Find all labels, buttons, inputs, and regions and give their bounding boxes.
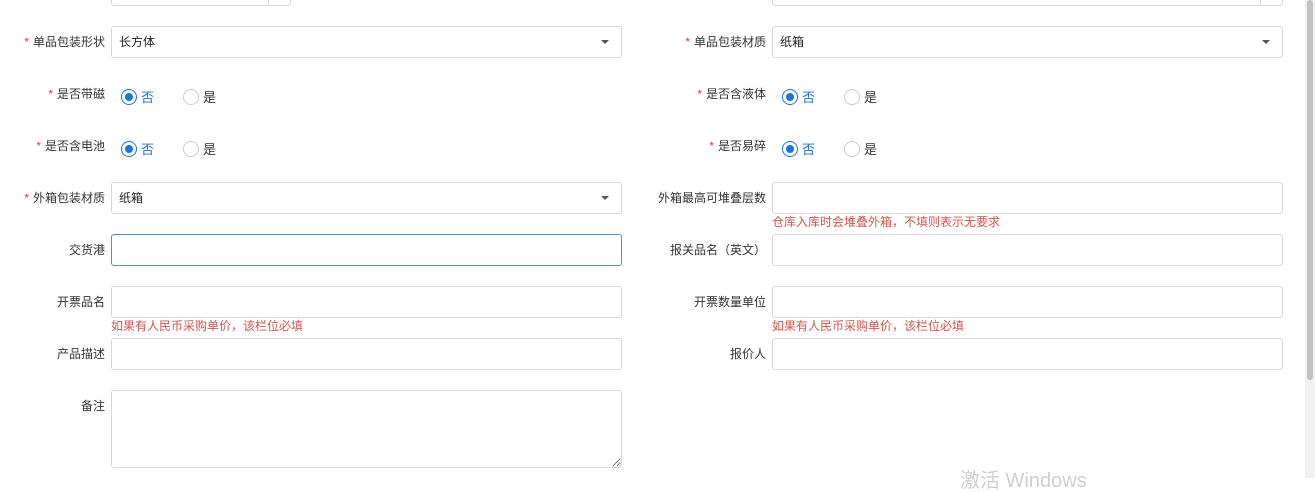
required-mark: * (685, 35, 690, 49)
magnetic-radio-yes[interactable]: 是 (183, 87, 216, 106)
description-input[interactable] (111, 338, 622, 370)
chevron-down-icon (601, 40, 609, 44)
required-mark: * (709, 139, 714, 153)
radio-unchecked-icon (183, 88, 199, 105)
battery-radio-yes[interactable]: 是 (183, 139, 216, 158)
liquid-radio-yes[interactable]: 是 (844, 87, 877, 106)
invoice-unit-input[interactable] (772, 286, 1283, 318)
top-partial-divider-right (1260, 0, 1261, 6)
magnetic-radio-no[interactable]: 否 (121, 87, 154, 106)
magnetic-label: * 是否带磁 (48, 87, 105, 101)
radio-checked-icon (121, 88, 137, 105)
remark-textarea[interactable] (111, 390, 622, 468)
stack-layers-input[interactable] (772, 182, 1283, 214)
required-mark: * (24, 191, 29, 205)
fragile-label: * 是否易碎 (709, 139, 766, 153)
liquid-radio-no[interactable]: 否 (782, 87, 815, 106)
chevron-down-icon (1262, 40, 1270, 44)
radio-checked-icon (782, 140, 798, 157)
required-mark: * (24, 35, 29, 49)
radio-unchecked-icon (844, 88, 860, 105)
invoice-unit-label: 开票数量单位 (693, 295, 766, 309)
required-mark: * (48, 87, 53, 101)
battery-radio-no[interactable]: 否 (121, 139, 154, 158)
invoice-unit-hint: 如果有人民币采购单价，该栏位必填 (772, 319, 965, 333)
liquid-label: * 是否含液体 (697, 87, 766, 101)
top-partial-field-right[interactable] (772, 0, 1283, 6)
fragile-radio-no[interactable]: 否 (782, 139, 815, 158)
required-mark: * (697, 87, 702, 101)
customs-name-en-input[interactable] (772, 234, 1283, 266)
top-partial-field-left[interactable] (111, 0, 291, 6)
scrollbar-thumb[interactable] (1307, 0, 1313, 380)
quoter-input[interactable] (772, 338, 1283, 370)
windows-activation-watermark: 激活 Windows (960, 470, 1087, 492)
invoice-name-label: 开票品名 (56, 295, 105, 309)
radio-unchecked-icon (183, 140, 199, 157)
port-input[interactable] (111, 234, 622, 266)
material-select[interactable]: 纸箱 (772, 26, 1283, 58)
required-mark: * (36, 139, 41, 153)
shape-select-value: 长方体 (119, 35, 156, 49)
remark-label: 备注 (80, 399, 105, 413)
outer-material-select-value: 纸箱 (119, 191, 144, 205)
fragile-radio-yes[interactable]: 是 (844, 139, 877, 158)
top-partial-divider (268, 0, 269, 6)
stack-layers-hint: 仓库入库时会堆叠外箱，不填则表示无要求 (772, 215, 1001, 229)
material-label: * 单品包装材质 (685, 35, 766, 49)
material-select-value: 纸箱 (780, 35, 805, 49)
radio-checked-icon (782, 88, 798, 105)
radio-checked-icon (121, 140, 137, 157)
invoice-name-input[interactable] (111, 286, 622, 318)
description-label: 产品描述 (56, 347, 105, 361)
port-label: 交货港 (68, 243, 105, 257)
battery-label: * 是否含电池 (36, 139, 105, 153)
radio-unchecked-icon (844, 140, 860, 157)
shape-label: * 单品包装形状 (24, 35, 105, 49)
customs-name-en-label: 报关品名（英文） (669, 243, 766, 257)
stack-layers-label: 外箱最高可堆叠层数 (657, 191, 766, 205)
outer-material-label: * 外箱包装材质 (24, 191, 105, 205)
outer-material-select[interactable]: 纸箱 (111, 182, 622, 214)
invoice-name-hint: 如果有人民币采购单价，该栏位必填 (111, 319, 304, 333)
shape-select[interactable]: 长方体 (111, 26, 622, 58)
quoter-label: 报价人 (729, 347, 766, 361)
chevron-down-icon (601, 196, 609, 200)
